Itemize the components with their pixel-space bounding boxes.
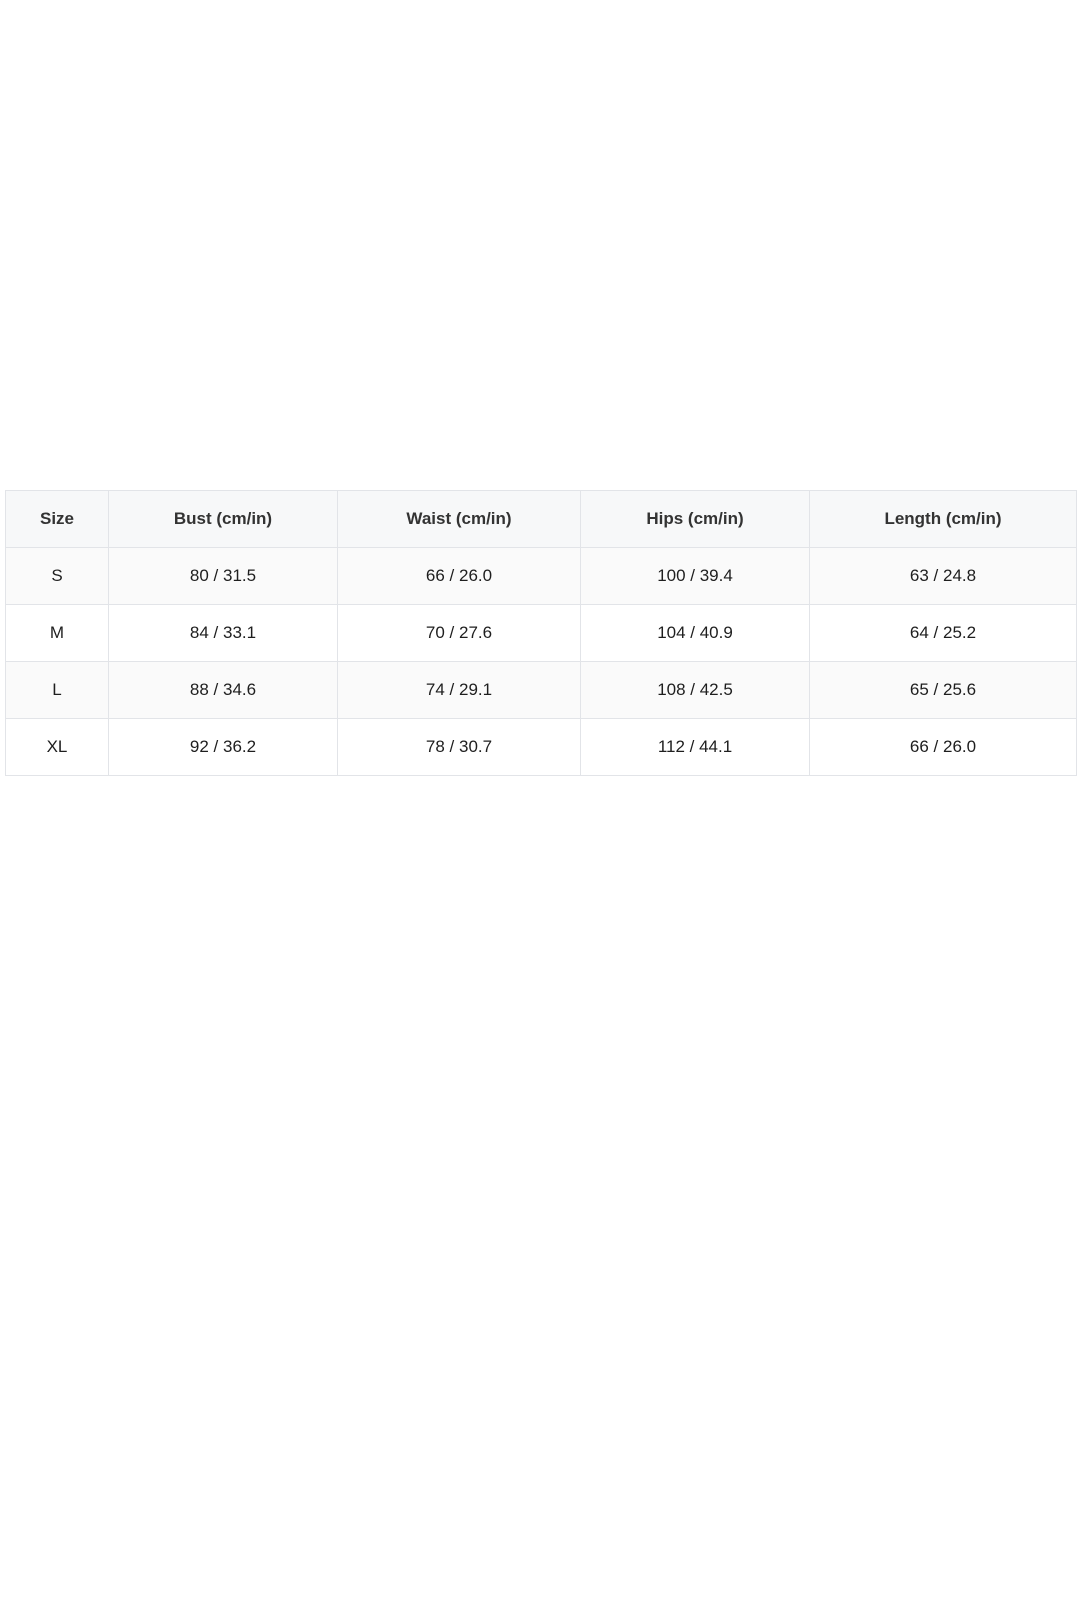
cell-waist: 66 / 26.0 xyxy=(337,547,581,605)
cell-waist: 74 / 29.1 xyxy=(337,661,581,719)
cell-size: XL xyxy=(5,718,109,776)
cell-bust: 84 / 33.1 xyxy=(108,604,338,662)
size-chart-table: Size Bust (cm/in) Waist (cm/in) Hips (cm… xyxy=(5,490,1077,776)
header-waist: Waist (cm/in) xyxy=(337,490,581,548)
table-body: S 80 / 31.5 66 / 26.0 100 / 39.4 63 / 24… xyxy=(5,547,1077,776)
cell-waist: 78 / 30.7 xyxy=(337,718,581,776)
header-length: Length (cm/in) xyxy=(809,490,1077,548)
header-hips: Hips (cm/in) xyxy=(580,490,810,548)
cell-size: S xyxy=(5,547,109,605)
table-row: M 84 / 33.1 70 / 27.6 104 / 40.9 64 / 25… xyxy=(5,604,1077,662)
cell-hips: 100 / 39.4 xyxy=(580,547,810,605)
cell-hips: 104 / 40.9 xyxy=(580,604,810,662)
table-row: L 88 / 34.6 74 / 29.1 108 / 42.5 65 / 25… xyxy=(5,661,1077,719)
header-bust: Bust (cm/in) xyxy=(108,490,338,548)
cell-bust: 80 / 31.5 xyxy=(108,547,338,605)
cell-hips: 112 / 44.1 xyxy=(580,718,810,776)
header-row: Size Bust (cm/in) Waist (cm/in) Hips (cm… xyxy=(5,490,1077,548)
cell-waist: 70 / 27.6 xyxy=(337,604,581,662)
table-header: Size Bust (cm/in) Waist (cm/in) Hips (cm… xyxy=(5,490,1077,548)
cell-length: 65 / 25.6 xyxy=(809,661,1077,719)
cell-length: 64 / 25.2 xyxy=(809,604,1077,662)
cell-hips: 108 / 42.5 xyxy=(580,661,810,719)
cell-length: 63 / 24.8 xyxy=(809,547,1077,605)
table-row: XL 92 / 36.2 78 / 30.7 112 / 44.1 66 / 2… xyxy=(5,718,1077,776)
cell-size: L xyxy=(5,661,109,719)
table-row: S 80 / 31.5 66 / 26.0 100 / 39.4 63 / 24… xyxy=(5,547,1077,605)
cell-bust: 92 / 36.2 xyxy=(108,718,338,776)
header-size: Size xyxy=(5,490,109,548)
cell-length: 66 / 26.0 xyxy=(809,718,1077,776)
cell-size: M xyxy=(5,604,109,662)
cell-bust: 88 / 34.6 xyxy=(108,661,338,719)
